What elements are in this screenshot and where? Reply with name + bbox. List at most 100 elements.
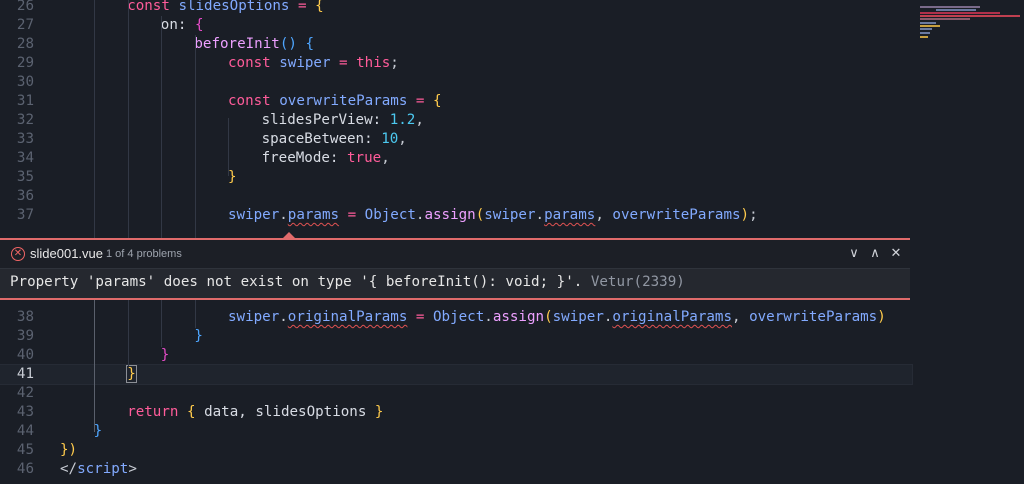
minimap-line [920, 18, 970, 20]
code-token: params [287, 207, 340, 223]
code-text: const overwriteParams = { [228, 92, 442, 111]
line-number: 38 [16, 309, 34, 325]
code-line[interactable]: 35} [0, 168, 912, 187]
code-line[interactable]: 33 spaceBetween: 10, [0, 130, 912, 149]
code-token: ( [475, 207, 485, 223]
minimap-line [936, 9, 976, 11]
line-number: 28 [16, 36, 34, 52]
error-icon: ✕ [11, 247, 25, 261]
code-token: return [127, 404, 187, 420]
line-number: 39 [16, 328, 34, 344]
code-token: swiper [484, 207, 536, 223]
minimap-line [920, 36, 928, 38]
minimap-line [920, 22, 936, 24]
minimap-line [920, 28, 932, 30]
code-token: overwriteParams [612, 207, 741, 223]
code-text: } [126, 365, 137, 384]
code-text: } [194, 327, 203, 346]
code-token: , [595, 207, 613, 223]
code-line[interactable]: 31 const overwriteParams = { [0, 92, 912, 111]
code-token: ) [877, 309, 886, 325]
indent-guide [128, 0, 129, 238]
problem-peek-header: ✕ slide001.vue 1 of 4 problems ∨ ∧ ✕ [0, 240, 910, 269]
code-line[interactable]: 34 freeMode: true, [0, 149, 912, 168]
code-line[interactable]: 32 slidesPerView: 1.2, [0, 111, 912, 130]
minimap[interactable] [916, 0, 1024, 484]
close-peek-button[interactable]: ✕ [887, 244, 905, 262]
indent-guide [195, 35, 196, 238]
code-token: { [186, 404, 205, 420]
code-line[interactable]: 42 [0, 384, 912, 403]
code-token: data, slidesOptions [204, 404, 375, 420]
code-token: { [305, 36, 314, 52]
indent-guide [94, 300, 95, 432]
code-text: }) [60, 441, 77, 460]
code-line[interactable]: 38 swiper.originalParams = Object.assign(… [0, 308, 912, 327]
code-token: . [279, 207, 288, 223]
code-text: } [161, 346, 170, 365]
code-token: 10 [381, 131, 399, 147]
line-number: 44 [16, 423, 34, 439]
code-token: originalParams [612, 309, 732, 325]
code-token: const [228, 55, 280, 71]
code-line[interactable]: 36 [0, 187, 912, 206]
code-token: = [407, 93, 433, 109]
code-token: slidesPerView: [261, 112, 390, 128]
line-number: 42 [16, 385, 34, 401]
code-token: { [433, 93, 442, 109]
code-line[interactable]: 46 </script> [0, 460, 912, 479]
code-line[interactable]: 41} [0, 364, 913, 385]
code-line[interactable]: 29 const swiper = this; [0, 54, 912, 73]
code-token: const [228, 93, 280, 109]
code-line[interactable]: 43 return { data, slidesOptions } [0, 403, 912, 422]
code-token: swiper [279, 55, 331, 71]
code-line[interactable]: 37 swiper.params = Object.assign(swiper.p… [0, 206, 912, 225]
line-number: 33 [16, 131, 34, 147]
code-token: ) [740, 207, 750, 223]
minimap-line [920, 6, 980, 8]
code-token: . [484, 309, 493, 325]
code-token: > [128, 461, 137, 477]
code-token: params [544, 207, 596, 223]
indent-guide [161, 300, 162, 347]
code-text: return { data, slidesOptions } [127, 403, 383, 422]
code-token: 1.2 [389, 112, 416, 128]
code-line[interactable]: 39} [0, 327, 912, 346]
code-line[interactable]: 45}) [0, 441, 912, 460]
code-line[interactable]: 30 [0, 73, 912, 92]
next-problem-button[interactable]: ∨ [845, 244, 863, 262]
code-token: = [289, 0, 316, 14]
code-token: overwriteParams [749, 309, 878, 325]
code-token: } [194, 328, 203, 344]
line-number: 36 [16, 188, 34, 204]
previous-problem-button[interactable]: ∧ [866, 244, 884, 262]
code-token: ; [749, 207, 758, 223]
problem-message: Property 'params' does not exist on type… [10, 274, 583, 290]
code-token: , [398, 131, 407, 147]
code-token: swiper [552, 309, 604, 325]
code-token: const [127, 0, 179, 14]
code-line[interactable]: 27 on: { [0, 16, 912, 35]
code-token: , [732, 309, 750, 325]
indent-guide [94, 0, 95, 238]
code-token: assign [424, 207, 476, 223]
code-token: . [279, 309, 288, 325]
code-line[interactable]: 44} [0, 422, 912, 441]
code-token: ; [390, 55, 399, 71]
code-token: on: [160, 17, 195, 33]
code-token: this [356, 55, 391, 71]
minimap-line [920, 25, 940, 27]
code-line[interactable]: 26 const slidesOptions = { [0, 0, 912, 16]
indent-guide [195, 300, 196, 328]
code-token: }) [60, 442, 78, 458]
code-line[interactable]: 40} [0, 346, 912, 365]
line-number: 40 [16, 347, 34, 363]
minimap-line [920, 12, 1000, 14]
line-number: 34 [16, 150, 34, 166]
code-token: swiper [228, 207, 280, 223]
indent-guide [161, 16, 162, 238]
minimap-line [920, 32, 930, 34]
code-text: } [228, 168, 237, 187]
line-number: 26 [16, 0, 34, 14]
code-line[interactable]: 28 beforeInit() { [0, 35, 912, 54]
